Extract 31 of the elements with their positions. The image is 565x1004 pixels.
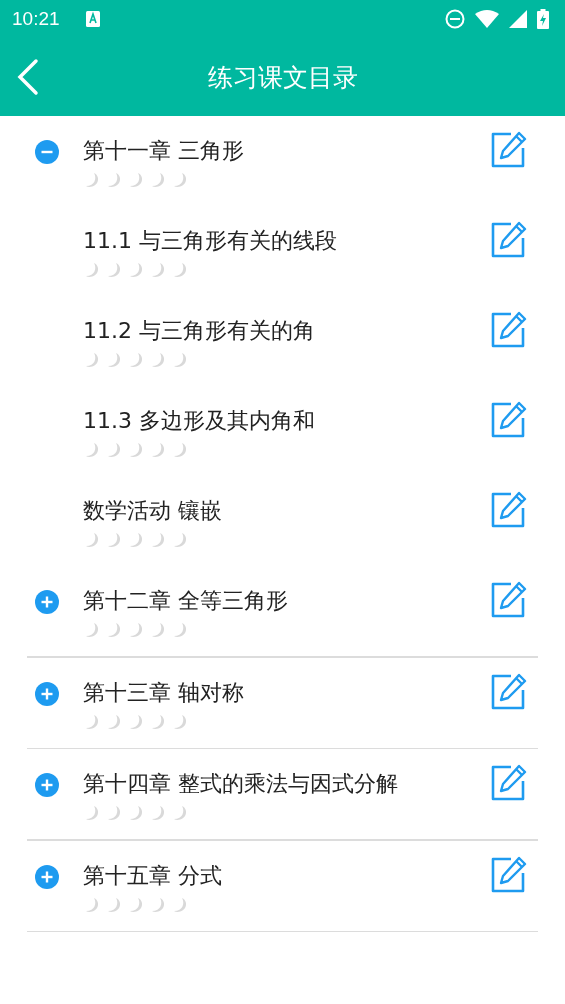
edit-icon[interactable] xyxy=(489,310,529,350)
chapter-title[interactable]: 第十四章 整式的乘法与因式分解 xyxy=(83,769,398,799)
edit-icon[interactable] xyxy=(489,400,529,440)
signal-icon xyxy=(509,10,527,28)
expand-icon[interactable] xyxy=(35,864,59,889)
edit-icon[interactable] xyxy=(489,854,529,895)
wifi-icon xyxy=(475,10,499,28)
back-icon[interactable] xyxy=(16,58,40,96)
section-title[interactable]: 11.2 与三角形有关的角 xyxy=(83,316,315,346)
edit-icon[interactable] xyxy=(489,671,529,712)
expand-icon[interactable] xyxy=(35,681,59,706)
keyboard-notification-icon xyxy=(85,11,100,27)
section-title[interactable]: 11.3 多边形及其内角和 xyxy=(83,406,315,436)
edit-icon[interactable] xyxy=(489,490,529,530)
chapter-title[interactable]: 第十五章 分式 xyxy=(83,860,222,891)
section-title[interactable]: 数学活动 镶嵌 xyxy=(83,496,222,526)
expand-icon[interactable] xyxy=(35,590,59,614)
battery-icon xyxy=(537,9,549,29)
chapter-title[interactable]: 第十三章 轴对称 xyxy=(83,677,244,708)
chapter-title[interactable]: 第十二章 全等三角形 xyxy=(83,586,288,616)
edit-icon[interactable] xyxy=(489,580,529,620)
collapse-icon[interactable] xyxy=(35,140,59,164)
edit-icon[interactable] xyxy=(489,220,529,260)
page-title: 练习课文目录 xyxy=(207,61,358,94)
edit-icon[interactable] xyxy=(489,763,529,803)
chapter-title[interactable]: 第十一章 三角形 xyxy=(83,136,244,166)
section-title[interactable]: 11.1 与三角形有关的线段 xyxy=(83,226,337,256)
status-time: 10:21 xyxy=(12,8,60,30)
edit-icon[interactable] xyxy=(489,130,529,170)
do-not-disturb-icon xyxy=(445,9,465,29)
expand-icon[interactable] xyxy=(35,773,59,797)
